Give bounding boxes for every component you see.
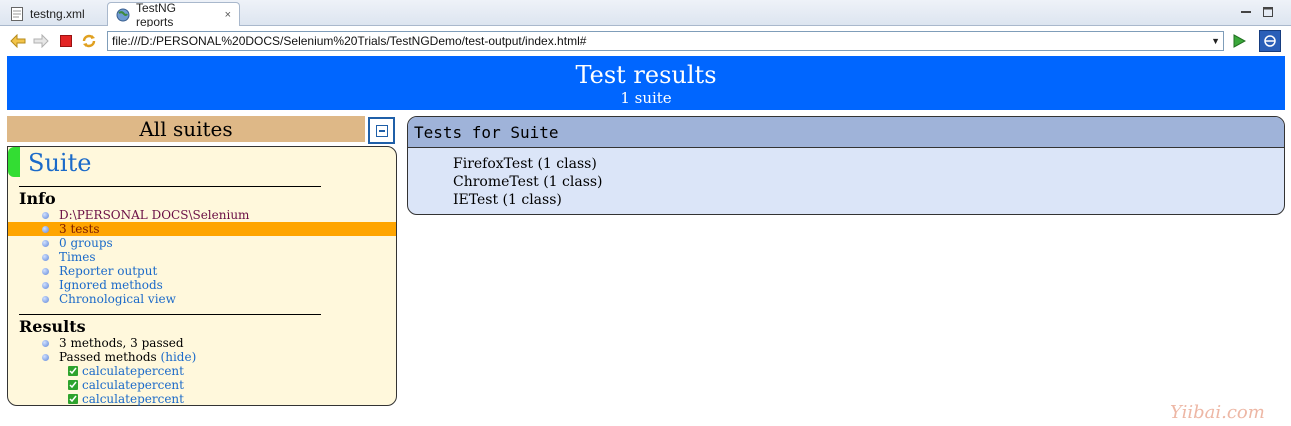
passed-methods-list: calculatepercent calculatepercent calcul… (68, 364, 184, 406)
collapse-button[interactable] (368, 117, 395, 144)
bullet-icon (42, 268, 49, 275)
method-item[interactable]: calculatepercent (68, 392, 184, 406)
url-text: file:///D:/PERSONAL%20DOCS/Selenium%20Tr… (112, 34, 587, 48)
bullet-icon (42, 240, 49, 247)
bullet-icon (42, 212, 49, 219)
info-list: D:\PERSONAL DOCS\Selenium Trials\TestNGD… (8, 208, 396, 306)
divider (19, 314, 321, 315)
url-input[interactable]: file:///D:/PERSONAL%20DOCS/Selenium%20Tr… (107, 31, 1224, 51)
results-list: 3 methods, 3 passed Passed methods (hide… (8, 336, 396, 364)
list-item-passed-methods: Passed methods (hide) (8, 350, 396, 364)
bullet-icon (42, 340, 49, 347)
stop-icon[interactable] (57, 32, 75, 50)
method-item[interactable]: calculatepercent (68, 378, 184, 392)
browser-icon[interactable] (1259, 30, 1281, 52)
all-suites-header: All suites (7, 116, 365, 142)
maximize-icon[interactable] (1260, 4, 1276, 20)
tests-panel-header: Tests for Suite (408, 117, 1284, 148)
checkmark-icon (68, 394, 78, 404)
bullet-icon (42, 254, 49, 261)
divider (19, 186, 321, 187)
tab-testng-reports[interactable]: TestNG reports × (107, 0, 240, 29)
chevron-down-icon[interactable]: ▼ (1211, 36, 1220, 46)
back-arrow-icon[interactable] (9, 32, 27, 50)
list-item-ignored-methods[interactable]: Ignored methods (8, 278, 396, 292)
suite-title[interactable]: Suite (28, 149, 91, 177)
test-item[interactable]: IETest (1 class) (453, 191, 1284, 209)
list-item-tests[interactable]: 3 tests (8, 222, 396, 236)
page-title: Test results (575, 61, 717, 89)
forward-arrow-icon[interactable] (32, 32, 50, 50)
tab-label: TestNG reports (136, 0, 177, 29)
go-icon[interactable] (1230, 32, 1248, 50)
minimize-icon[interactable] (1238, 4, 1254, 20)
list-item-chronological-view[interactable]: Chronological view (8, 292, 396, 306)
list-item-testng-xml[interactable]: D:\PERSONAL DOCS\Selenium Trials\TestNGD… (8, 208, 396, 236)
watermark: Yiibai.com (1170, 402, 1265, 423)
list-item-summary: 3 methods, 3 passed (8, 336, 396, 350)
method-item[interactable]: calculatepercent (68, 364, 184, 378)
xml-file-icon (10, 7, 24, 21)
tab-testng-xml[interactable]: testng.xml (2, 2, 106, 26)
tab-label: testng.xml (30, 7, 85, 21)
bullet-icon (42, 296, 49, 303)
collapse-icon (375, 124, 388, 137)
suite-panel: Suite Info D:\PERSONAL DOCS\Selenium Tri… (7, 146, 397, 406)
bullet-icon (42, 354, 49, 361)
info-heading: Info (19, 189, 56, 208)
list-item-groups[interactable]: 0 groups (8, 236, 396, 250)
hide-link[interactable]: (hide) (161, 350, 197, 364)
report-banner: Test results 1 suite (7, 56, 1285, 110)
bullet-icon (42, 226, 49, 233)
suite-count: 1 suite (620, 89, 672, 107)
bullet-icon (42, 282, 49, 289)
tests-list: FirefoxTest (1 class) ChromeTest (1 clas… (408, 148, 1284, 209)
checkmark-icon (68, 366, 78, 376)
tests-panel: Tests for Suite FirefoxTest (1 class) Ch… (407, 116, 1285, 215)
globe-icon (116, 8, 130, 22)
refresh-icon[interactable] (80, 32, 98, 50)
list-item-reporter-output[interactable]: Reporter output (8, 264, 396, 278)
checkmark-icon (68, 380, 78, 390)
results-heading: Results (19, 317, 86, 336)
browser-toolbar: file:///D:/PERSONAL%20DOCS/Selenium%20Tr… (0, 27, 1291, 55)
test-item[interactable]: ChromeTest (1 class) (453, 173, 1284, 191)
suite-status-bar (8, 147, 20, 177)
close-icon[interactable]: × (225, 9, 231, 21)
editor-tab-bar: testng.xml TestNG reports × (0, 0, 1291, 29)
list-item-times[interactable]: Times (8, 250, 396, 264)
test-item[interactable]: FirefoxTest (1 class) (453, 155, 1284, 173)
